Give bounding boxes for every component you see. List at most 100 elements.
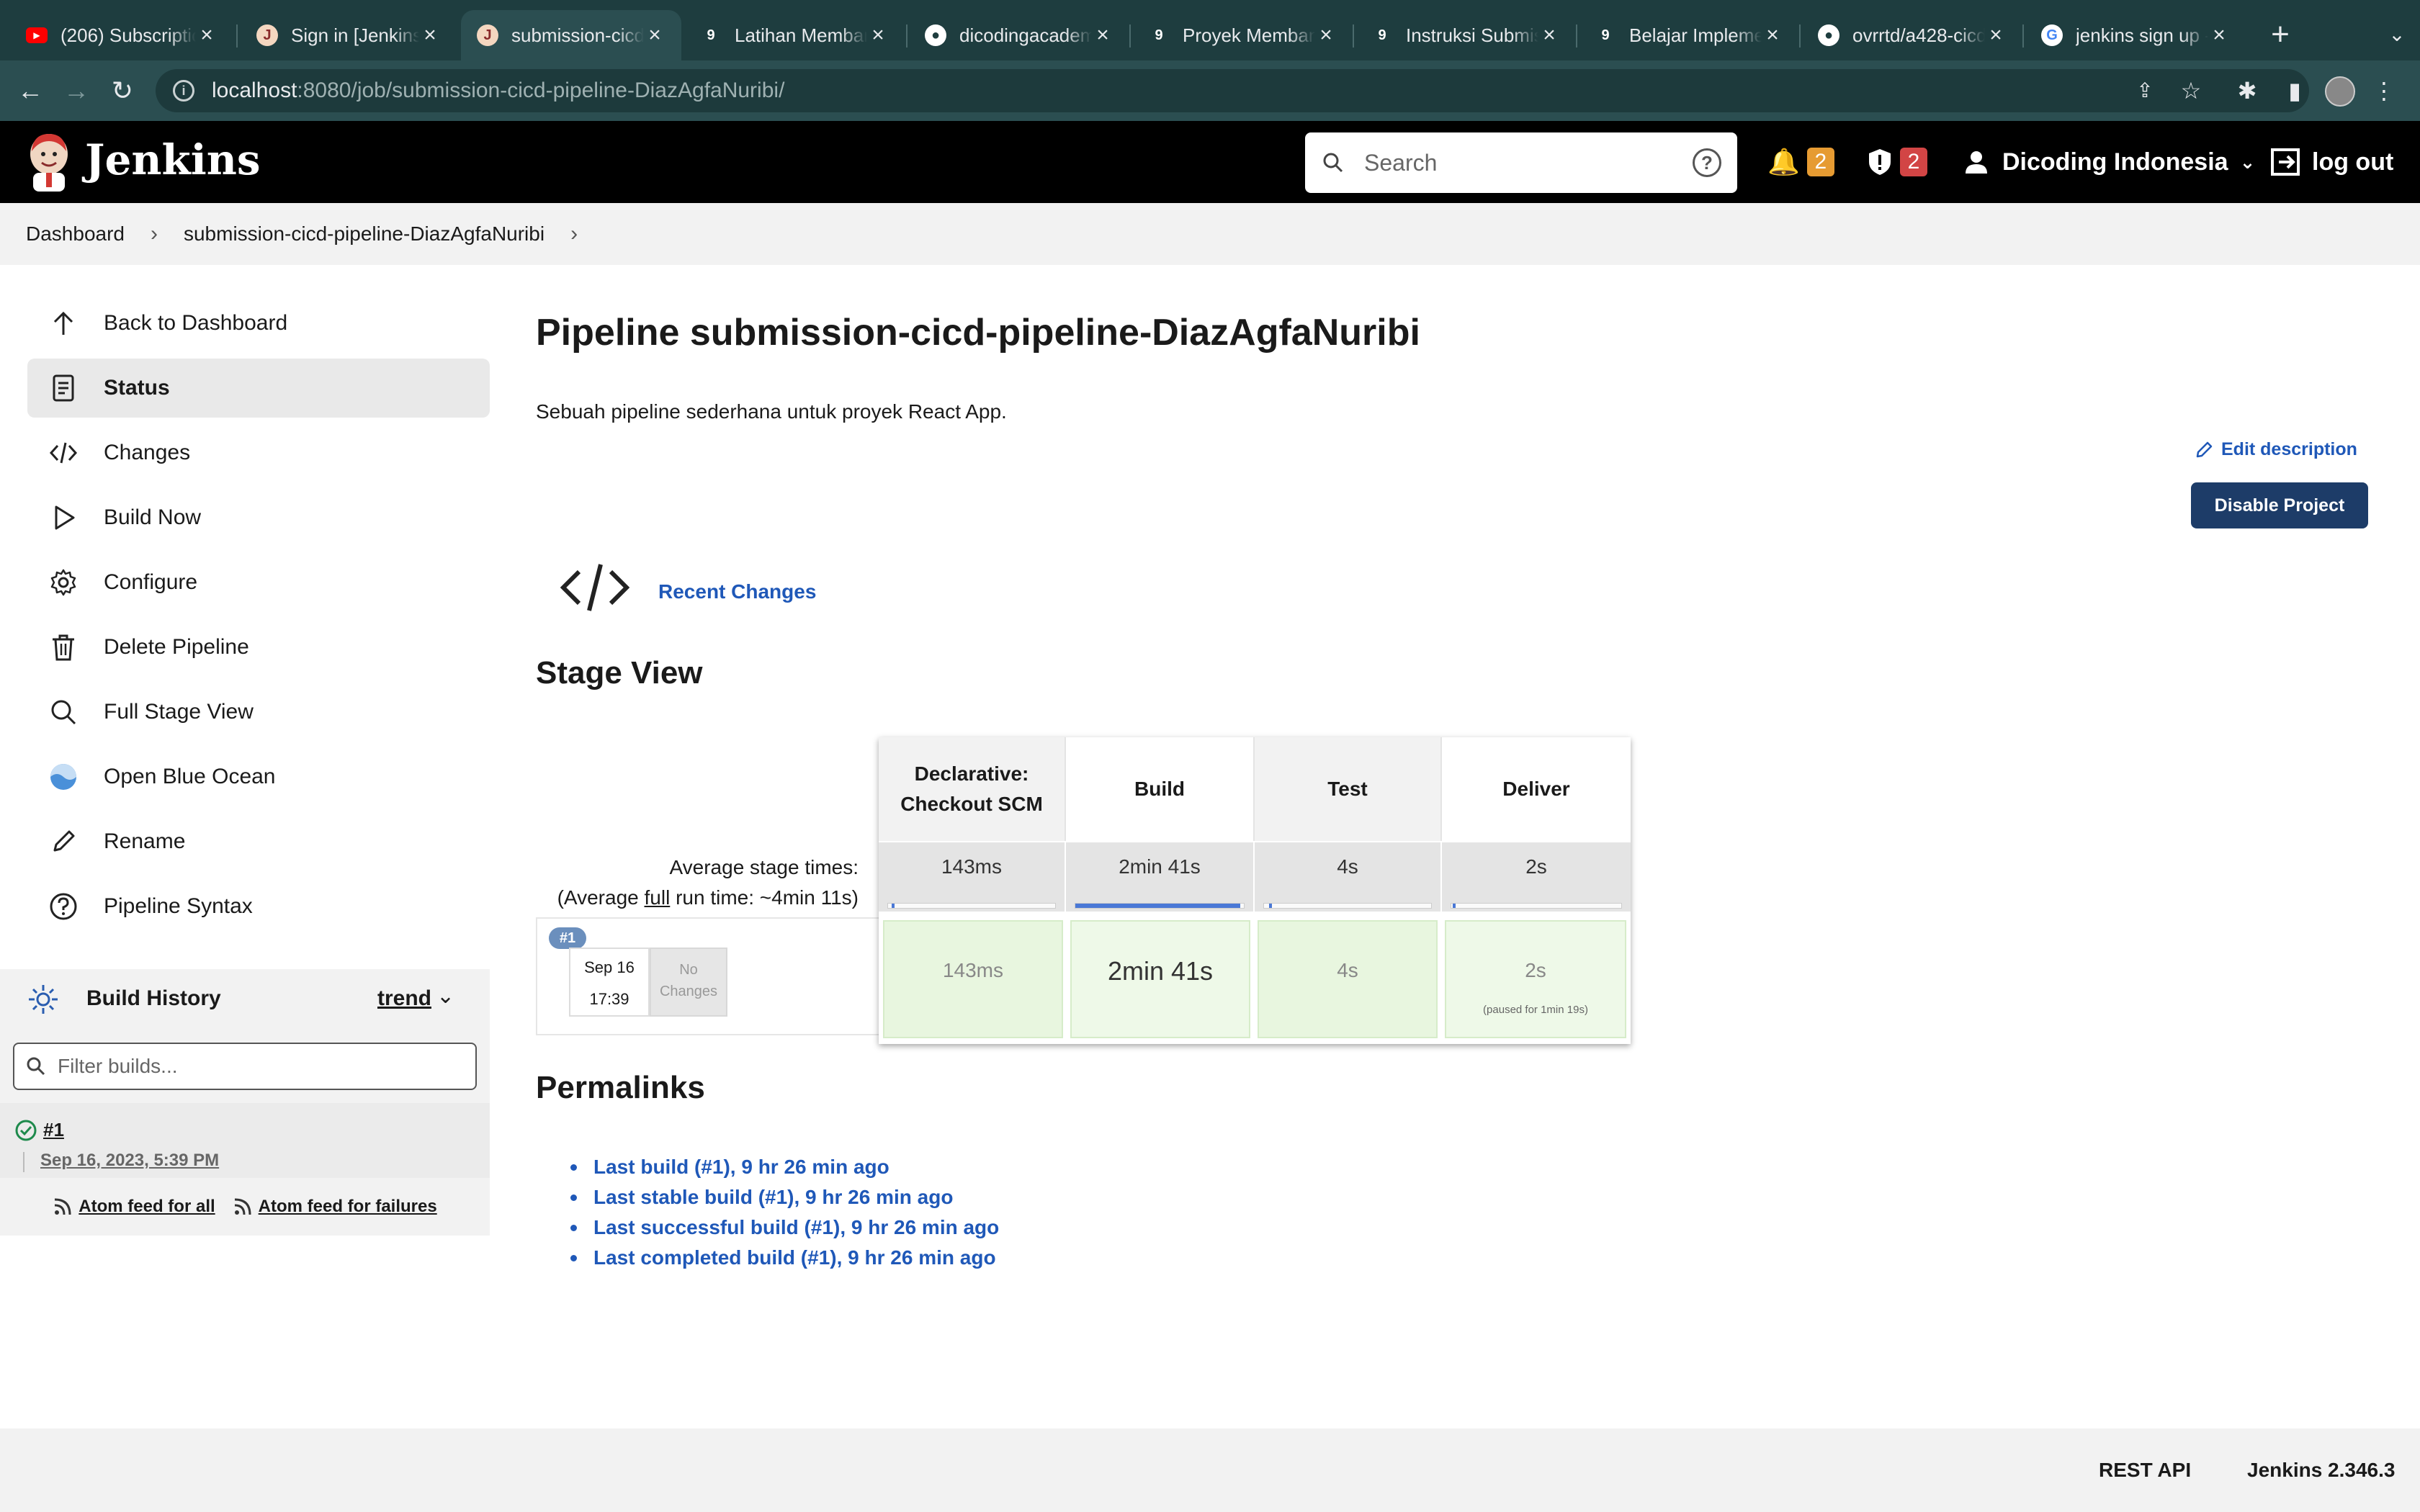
sidebar-item-pipeline-syntax[interactable]: Pipeline Syntax <box>27 877 490 936</box>
chevron-right-icon[interactable]: › <box>570 222 578 246</box>
stage-header: Build <box>1066 737 1255 841</box>
atom-feed-failures-link[interactable]: Atom feed for failures <box>233 1197 437 1217</box>
arrow-up-icon <box>48 307 79 339</box>
code-icon <box>48 437 79 469</box>
permalink-last-stable-build[interactable]: Last stable build (#1), 9 hr 26 min ago <box>563 1182 999 1212</box>
close-tab-icon[interactable]: × <box>1762 23 1783 48</box>
browser-tab[interactable]: ▶ (206) Subscriptions - YouTube × <box>10 10 233 60</box>
forward-arrow-icon[interactable]: → <box>59 73 94 108</box>
stage-run-cell[interactable]: 2s (paused for 1min 19s) <box>1445 920 1626 1038</box>
search-box: ? <box>1305 132 1737 193</box>
stage-progress-bar <box>1263 903 1432 909</box>
filter-builds-input[interactable] <box>58 1055 461 1078</box>
permalink-last-build[interactable]: Last build (#1), 9 hr 26 min ago <box>563 1152 999 1182</box>
pipeline-run-row[interactable]: #1 Sep 16 17:39 No Changes <box>536 917 879 1035</box>
sidebar-item-changes[interactable]: Changes <box>27 423 490 482</box>
stage-average: 2s <box>1442 842 1631 912</box>
sidebar-item-full-stage-view[interactable]: Full Stage View <box>27 683 490 742</box>
trend-link[interactable]: trend <box>377 986 431 1011</box>
close-tab-icon[interactable]: × <box>1315 23 1337 48</box>
jenkins-version-link[interactable]: Jenkins 2.346.3 <box>2247 1459 2395 1482</box>
address-bar[interactable]: i localhost:8080/job/submission-cicd-pip… <box>156 69 2309 112</box>
chevron-right-icon[interactable]: › <box>151 222 158 246</box>
extensions-puzzle-icon[interactable]: ✱ <box>2230 73 2264 108</box>
permalink-last-successful-build[interactable]: Last successful build (#1), 9 hr 26 min … <box>563 1212 999 1243</box>
sidebar-item-label: Configure <box>104 570 198 594</box>
site-info-icon[interactable]: i <box>173 80 194 102</box>
stage-run-cell[interactable]: 143ms <box>883 920 1063 1038</box>
url-host: localhost <box>212 78 297 102</box>
sidebar-item-label: Open Blue Ocean <box>104 765 276 788</box>
stage-run-cell[interactable]: 2min 41s <box>1070 920 1250 1038</box>
chevron-down-icon[interactable]: ⌄ <box>436 984 454 1009</box>
sidebar-item-open-blue-ocean[interactable]: Open Blue Ocean <box>27 747 490 806</box>
close-tab-icon[interactable]: × <box>644 23 666 48</box>
search-icon <box>48 696 79 728</box>
sidebar: Back to Dashboard Status Changes Build N… <box>27 294 490 942</box>
breadcrumb-job[interactable]: submission-cicd-pipeline-DiazAgfaNuribi <box>184 222 544 246</box>
share-icon[interactable]: ⇪ <box>2128 73 2162 108</box>
close-tab-icon[interactable]: × <box>2208 23 2230 48</box>
run-number-badge[interactable]: #1 <box>549 927 586 949</box>
browser-tab[interactable]: J Sign in [Jenkins] × <box>241 10 457 60</box>
atom-feed-all-link[interactable]: Atom feed for all <box>53 1197 215 1217</box>
search-input[interactable] <box>1364 149 1674 176</box>
youtube-icon: ▶ <box>26 27 48 43</box>
sidebar-item-delete-pipeline[interactable]: Delete Pipeline <box>27 618 490 677</box>
close-tab-icon[interactable]: × <box>196 23 218 48</box>
stage-run-cell[interactable]: 4s <box>1258 920 1438 1038</box>
jenkins-logo-icon[interactable] <box>26 131 72 192</box>
rest-api-link[interactable]: REST API <box>2099 1459 2191 1482</box>
full-run-link[interactable]: full <box>645 886 671 909</box>
sidebar-item-status[interactable]: Status <box>27 359 490 418</box>
disable-project-button[interactable]: Disable Project <box>2191 482 2368 528</box>
permalink-last-completed-build[interactable]: Last completed build (#1), 9 hr 26 min a… <box>563 1243 999 1273</box>
build-history-icon <box>29 985 58 1014</box>
browser-tab[interactable]: ● ovrrtd/a428-cicd-labs × <box>1802 10 2022 60</box>
back-arrow-icon[interactable]: ← <box>13 73 48 108</box>
browser-tab[interactable]: 9 Latihan Membangun CI/CD × <box>684 10 905 60</box>
side-panel-icon[interactable]: ▮ <box>2277 73 2312 108</box>
edit-description-link[interactable]: Edit description <box>2194 439 2357 460</box>
logout-button[interactable]: log out <box>2270 138 2393 186</box>
stage-header: Test <box>1255 737 1442 841</box>
stage-header: Deliver <box>1502 778 1570 800</box>
close-tab-icon[interactable]: × <box>419 23 441 48</box>
reload-icon[interactable]: ↻ <box>105 73 140 108</box>
sidebar-item-build-now[interactable]: Build Now <box>27 488 490 547</box>
user-menu[interactable]: Dicoding Indonesia ⌄ <box>1963 138 2255 186</box>
new-tab-button[interactable]: + <box>2260 14 2300 55</box>
build-history-title: Build History <box>86 986 221 1010</box>
bookmark-star-icon[interactable]: ☆ <box>2174 73 2208 108</box>
breadcrumb-dashboard[interactable]: Dashboard <box>26 222 125 246</box>
footer: REST API Jenkins 2.346.3 <box>0 1428 2420 1512</box>
security-warnings-button[interactable]: 2 <box>1867 138 1927 186</box>
browser-menu-icon[interactable]: ⋮ <box>2367 73 2401 108</box>
close-tab-icon[interactable]: × <box>1538 23 1560 48</box>
notifications-button[interactable]: 🔔 2 <box>1767 138 1834 186</box>
sidebar-item-rename[interactable]: Rename <box>27 812 490 871</box>
tab-search-icon[interactable]: ⌄ <box>2377 14 2417 55</box>
profile-avatar[interactable] <box>2325 76 2355 107</box>
play-icon <box>48 502 79 534</box>
browser-tab[interactable]: 9 Proyek Membangun CI/CD × <box>1132 10 1353 60</box>
search-help-icon[interactable]: ? <box>1693 148 1721 177</box>
jenkins-title[interactable]: Jenkins <box>85 134 261 186</box>
job-description: Sebuah pipeline sederhana untuk proyek R… <box>536 400 1007 423</box>
browser-tab[interactable]: G jenkins sign up - Google × <box>2025 10 2246 60</box>
recent-changes-link[interactable]: Recent Changes <box>658 580 816 603</box>
sidebar-item-back-to-dashboard[interactable]: Back to Dashboard <box>27 294 490 353</box>
browser-tab-active[interactable]: J submission-cicd-pipeline-DiazAgfaNurib… <box>461 10 681 60</box>
build-number-link[interactable]: #1 <box>43 1119 64 1141</box>
close-tab-icon[interactable]: × <box>1092 23 1113 48</box>
browser-tab[interactable]: 9 Instruksi Submission × <box>1355 10 1576 60</box>
build-date-link[interactable]: Sep 16, 2023, 5:39 PM <box>40 1151 219 1171</box>
close-tab-icon[interactable]: × <box>867 23 889 48</box>
sidebar-item-configure[interactable]: Configure <box>27 553 490 612</box>
close-tab-icon[interactable]: × <box>1985 23 2007 48</box>
search-icon <box>1323 153 1343 173</box>
browser-tab[interactable]: ● dicodingacademy × <box>909 10 1129 60</box>
status-document-icon <box>48 372 79 404</box>
browser-tab[interactable]: 9 Belajar Implementasi CI/CD × <box>1579 10 1799 60</box>
browser-toolbar: ← → ↻ i localhost:8080/job/submission-ci… <box>0 60 2420 121</box>
